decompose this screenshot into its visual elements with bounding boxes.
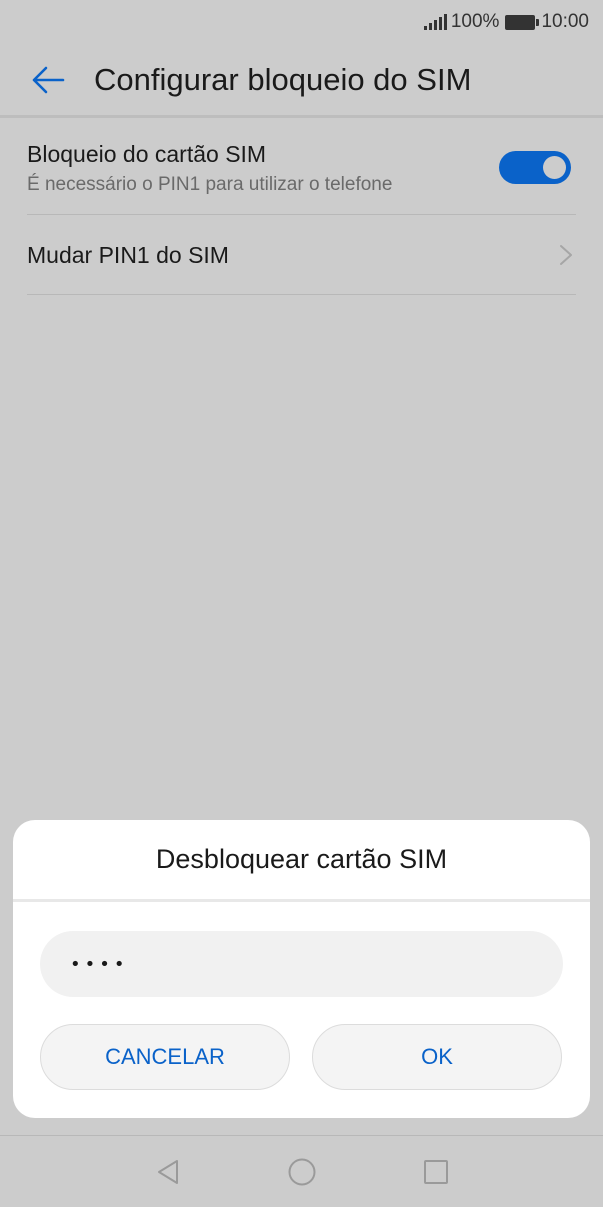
sim-lock-title: Bloqueio do cartão SIM xyxy=(27,141,267,167)
cancel-button[interactable]: CANCELAR xyxy=(40,1024,290,1090)
unlock-sim-dialog: Desbloquear cartão SIM CANCELAR OK xyxy=(13,820,590,1118)
sim-lock-toggle[interactable] xyxy=(499,151,571,184)
nav-recents-button[interactable] xyxy=(406,1142,466,1202)
change-pin-row[interactable]: Mudar PIN1 do SIM xyxy=(27,215,576,295)
arrow-left-icon xyxy=(32,66,65,93)
nav-home-button[interactable] xyxy=(272,1142,332,1202)
status-time: 10:00 xyxy=(541,11,589,32)
chevron-right-icon xyxy=(560,245,572,265)
settings-list: Bloqueio do cartão SIM É necessário o PI… xyxy=(27,121,576,295)
recents-square-icon xyxy=(423,1159,448,1184)
nav-bar xyxy=(0,1135,603,1207)
toggle-knob xyxy=(543,156,566,179)
status-bar: 100% 10:00 xyxy=(0,0,603,44)
home-circle-icon xyxy=(288,1158,315,1185)
battery-icon xyxy=(505,14,540,30)
pin-input[interactable] xyxy=(40,931,563,997)
dialog-title: Desbloquear cartão SIM xyxy=(13,820,590,902)
ok-button[interactable]: OK xyxy=(312,1024,562,1090)
back-triangle-icon xyxy=(157,1159,178,1184)
signal-icon xyxy=(423,14,447,30)
change-pin-title: Mudar PIN1 do SIM xyxy=(27,242,229,268)
sim-lock-row[interactable]: Bloqueio do cartão SIM É necessário o PI… xyxy=(27,121,576,215)
app-bar: Configurar bloqueio do SIM xyxy=(0,44,603,118)
sim-lock-subtitle: É necessário o PIN1 para utilizar o tele… xyxy=(27,174,393,195)
back-button[interactable] xyxy=(16,50,80,110)
battery-percent: 100% xyxy=(450,11,500,32)
nav-back-button[interactable] xyxy=(138,1142,198,1202)
page-title: Configurar bloqueio do SIM xyxy=(94,61,472,97)
